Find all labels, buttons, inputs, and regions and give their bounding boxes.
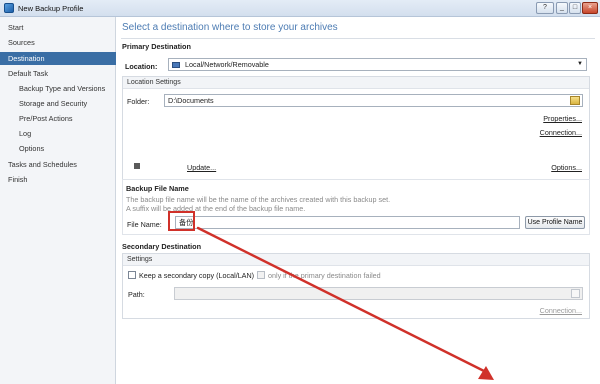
sidebar-item-pre-post-actions[interactable]: Pre/Post Actions — [0, 112, 116, 125]
folder-icon[interactable] — [570, 96, 580, 105]
close-button[interactable]: × — [582, 2, 598, 14]
sidebar-item-finish[interactable]: Finish — [0, 173, 116, 186]
primary-destination-title: Primary Destination — [122, 42, 191, 51]
sidebar-item-backup-type[interactable]: Backup Type and Versions — [0, 82, 116, 95]
backup-file-title: Backup File Name — [126, 184, 189, 193]
help-button[interactable]: ? — [536, 2, 554, 14]
file-name-input[interactable]: 备份 — [175, 216, 520, 229]
backup-file-desc-2: A suffix will be added at the end of the… — [126, 204, 306, 213]
sidebar-item-default-task[interactable]: Default Task — [0, 67, 116, 80]
location-label: Location: — [125, 62, 158, 71]
secondary-connection-link[interactable]: Connection... — [540, 306, 582, 315]
only-if-failed-label: only if the primary destination failed — [268, 271, 381, 280]
stop-icon[interactable] — [134, 163, 140, 169]
properties-link[interactable]: Properties... — [543, 114, 582, 123]
wizard-sidebar: Start Sources Destination Default Task B… — [0, 17, 116, 384]
secondary-settings-title: Settings — [123, 254, 589, 266]
file-name-label: File Name: — [127, 220, 162, 229]
backup-file-desc-1: The backup file name will be the name of… — [126, 195, 391, 204]
sidebar-item-destination[interactable]: Destination — [0, 52, 116, 65]
network-drive-icon — [172, 62, 180, 68]
update-link[interactable]: Update... — [187, 163, 216, 172]
keep-copy-label: Keep a secondary copy (Local/LAN) — [139, 271, 255, 280]
use-profile-name-button[interactable]: Use Profile Name — [525, 216, 585, 229]
page-headline: Select a destination where to store your… — [122, 22, 338, 33]
options-link[interactable]: Options... — [551, 163, 582, 172]
path-input[interactable] — [174, 287, 583, 300]
divider — [121, 38, 595, 39]
location-dropdown[interactable]: Local/Network/Removable ▼ — [168, 58, 587, 71]
folder-value: D:\Documents — [168, 96, 214, 105]
sidebar-item-sources[interactable]: Sources — [0, 36, 116, 49]
maximize-button[interactable]: □ — [569, 2, 581, 14]
only-if-failed-checkbox[interactable] — [257, 271, 265, 279]
location-settings-panel: Location Settings Folder: D:\Documents P… — [122, 76, 590, 190]
sidebar-item-options[interactable]: Options — [0, 142, 116, 155]
secondary-settings-panel: Settings Keep a secondary copy (Local/LA… — [122, 253, 590, 319]
connection-link[interactable]: Connection... — [540, 128, 582, 137]
title-bar: New Backup Profile ? _ □ × — [0, 0, 600, 17]
location-settings-title: Location Settings — [123, 77, 589, 89]
annotation-highlight-box — [168, 211, 195, 231]
folder-input[interactable]: D:\Documents — [164, 94, 583, 107]
main-content: Select a destination where to store your… — [117, 17, 600, 384]
path-label: Path: — [128, 290, 145, 299]
minimize-button[interactable]: _ — [556, 2, 568, 14]
app-icon — [4, 3, 14, 13]
keep-copy-checkbox[interactable] — [128, 271, 136, 279]
chevron-down-icon: ▼ — [577, 61, 583, 67]
window-title: New Backup Profile — [18, 4, 84, 13]
folder-label: Folder: — [127, 97, 150, 106]
sidebar-item-storage-security[interactable]: Storage and Security — [0, 97, 116, 110]
sidebar-item-tasks-schedules[interactable]: Tasks and Schedules — [0, 158, 116, 171]
sidebar-item-start[interactable]: Start — [0, 21, 116, 34]
browse-icon[interactable] — [571, 289, 580, 298]
secondary-destination-title: Secondary Destination — [122, 242, 202, 251]
sidebar-item-log[interactable]: Log — [0, 127, 116, 140]
location-value: Local/Network/Removable — [185, 60, 269, 69]
